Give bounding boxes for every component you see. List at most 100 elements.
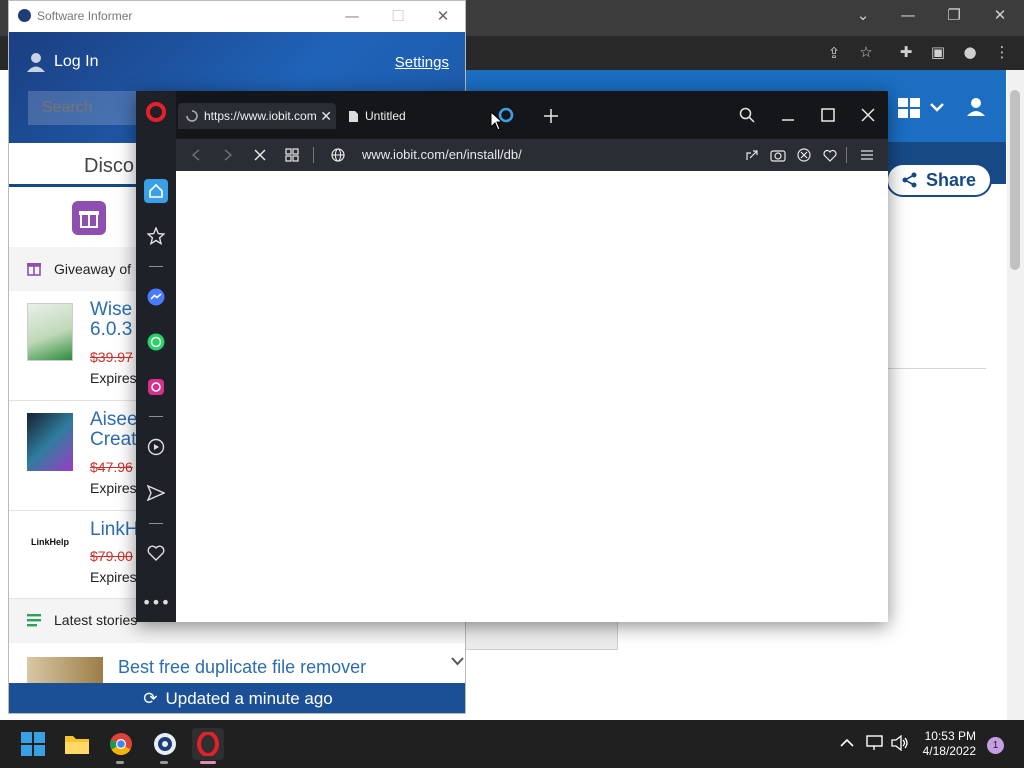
story-link[interactable]: Best free duplicate file remover xyxy=(118,657,366,678)
document-icon xyxy=(349,110,358,122)
heart-icon[interactable] xyxy=(820,145,840,165)
running-indicator xyxy=(160,761,168,764)
camera-icon[interactable] xyxy=(768,145,788,165)
clock-time: 10:53 PM xyxy=(924,729,976,743)
expires-label: Expires xyxy=(90,370,137,386)
tab-title: Untitled xyxy=(365,109,406,123)
login-label: Log In xyxy=(54,53,99,70)
refresh-icon: ⟳ xyxy=(143,689,158,708)
divider xyxy=(888,368,986,369)
share-icon[interactable] xyxy=(742,145,762,165)
opera-icon xyxy=(197,732,219,756)
latest-stories-heading: Latest stories xyxy=(54,612,138,628)
chevron-up-icon[interactable] xyxy=(840,738,854,748)
address-separator xyxy=(313,147,314,163)
tab-discover[interactable]: Disco xyxy=(84,155,134,178)
old-price: $47.96 xyxy=(90,459,133,475)
easy-setup-icon[interactable] xyxy=(857,145,877,165)
si-titlebar: Software Informer — ☐ ✕ xyxy=(9,1,465,32)
new-tab-button[interactable] xyxy=(540,105,562,127)
instagram-icon[interactable] xyxy=(144,375,168,399)
opera-sidebar: ••• xyxy=(136,91,176,622)
gift-small-icon xyxy=(27,263,41,276)
extensions-icon[interactable]: ✚ xyxy=(896,44,916,60)
home-icon[interactable] xyxy=(144,179,168,203)
close-icon[interactable] xyxy=(856,103,880,127)
send-icon[interactable] xyxy=(144,481,168,505)
chevron-down-icon[interactable] xyxy=(930,102,944,112)
old-price: $79.00 xyxy=(90,548,133,564)
volume-icon[interactable] xyxy=(891,735,909,751)
star-icon[interactable]: ☆ xyxy=(856,44,876,60)
tab-close-icon[interactable]: ✕ xyxy=(320,108,332,124)
file-explorer-button[interactable] xyxy=(61,728,93,760)
plus-icon xyxy=(544,109,558,123)
expires-label: Expires xyxy=(90,569,137,585)
more-icon[interactable]: ••• xyxy=(142,590,170,614)
notification-badge[interactable]: 1 xyxy=(987,737,1004,754)
search-input[interactable] xyxy=(28,91,148,125)
heart-icon[interactable] xyxy=(144,541,168,565)
product-box-image xyxy=(27,303,73,361)
chevron-down-icon[interactable]: ⌄ xyxy=(853,7,873,23)
story-thumbnail xyxy=(27,657,103,683)
whatsapp-icon[interactable] xyxy=(144,330,168,354)
share-icon xyxy=(902,172,917,188)
software-informer-button[interactable] xyxy=(149,728,181,760)
start-button[interactable] xyxy=(17,728,49,760)
opera-button[interactable] xyxy=(192,728,224,760)
si-footer[interactable]: ⟳ Updated a minute ago xyxy=(9,683,465,713)
minimize-icon[interactable] xyxy=(776,103,800,127)
list-icon xyxy=(27,614,41,627)
player-icon[interactable] xyxy=(144,435,168,459)
opera-tabstrip: https://www.iobit.com ✕ Untitled xyxy=(176,91,888,139)
back-icon[interactable] xyxy=(186,145,206,165)
speed-dial-icon[interactable] xyxy=(282,145,302,165)
minimize-icon[interactable]: — xyxy=(342,8,362,24)
share-button[interactable]: Share xyxy=(886,163,992,197)
adblock-icon[interactable] xyxy=(794,145,814,165)
globe-icon[interactable] xyxy=(328,145,348,165)
chrome-button[interactable] xyxy=(105,728,137,760)
user-icon[interactable] xyxy=(966,97,986,117)
running-indicator xyxy=(116,761,124,764)
tab-untitled[interactable]: Untitled xyxy=(340,103,498,129)
tab-title: https://www.iobit.com xyxy=(204,109,316,123)
page-fragment xyxy=(466,622,618,650)
forward-icon[interactable] xyxy=(218,145,238,165)
address-separator xyxy=(846,147,847,163)
close-icon[interactable]: ✕ xyxy=(990,7,1010,23)
linkhelp-logo: LinkHelp xyxy=(31,537,70,547)
clock-date: 4/18/2022 xyxy=(922,744,976,758)
gift-glyph xyxy=(79,211,99,228)
address-input[interactable]: www.iobit.com/en/install/db/ xyxy=(362,147,522,162)
network-icon[interactable] xyxy=(866,735,884,751)
login-link[interactable]: Log In xyxy=(27,52,98,72)
share-page-icon[interactable]: ⇪ xyxy=(824,45,844,61)
stop-loading-icon[interactable] xyxy=(250,145,270,165)
opera-page-content[interactable] xyxy=(176,171,888,622)
search-tabs-icon[interactable] xyxy=(735,103,759,127)
maximize-icon[interactable] xyxy=(816,103,840,127)
restore-icon[interactable]: ❐ xyxy=(944,7,964,23)
clock[interactable]: 10:53 PM 4/18/2022 xyxy=(916,729,976,759)
side-panel-icon[interactable]: ▣ xyxy=(928,44,948,60)
software-informer-logo-icon xyxy=(18,9,31,22)
chevron-down-icon[interactable] xyxy=(451,656,464,666)
tab-iobit[interactable]: https://www.iobit.com ✕ xyxy=(178,103,336,129)
giveaway-heading: Giveaway of xyxy=(54,261,132,277)
taskbar: 10:53 PM 4/18/2022 xyxy=(0,720,1024,768)
menu-dots-icon[interactable]: ⋮ xyxy=(992,44,1012,60)
star-icon[interactable] xyxy=(144,224,168,248)
scrollbar-thumb[interactable] xyxy=(1010,90,1020,270)
gift-icon[interactable] xyxy=(72,201,106,235)
footer-status: Updated a minute ago xyxy=(165,689,333,708)
minimize-icon[interactable]: — xyxy=(898,7,918,23)
profile-icon[interactable]: ● xyxy=(960,44,980,60)
close-icon[interactable]: ✕ xyxy=(433,8,453,24)
settings-link[interactable]: Settings xyxy=(395,54,449,71)
messenger-icon[interactable] xyxy=(144,285,168,309)
expires-label: Expires xyxy=(90,480,137,496)
sidebar-separator xyxy=(149,523,163,524)
opera-logo-icon[interactable] xyxy=(146,102,166,122)
